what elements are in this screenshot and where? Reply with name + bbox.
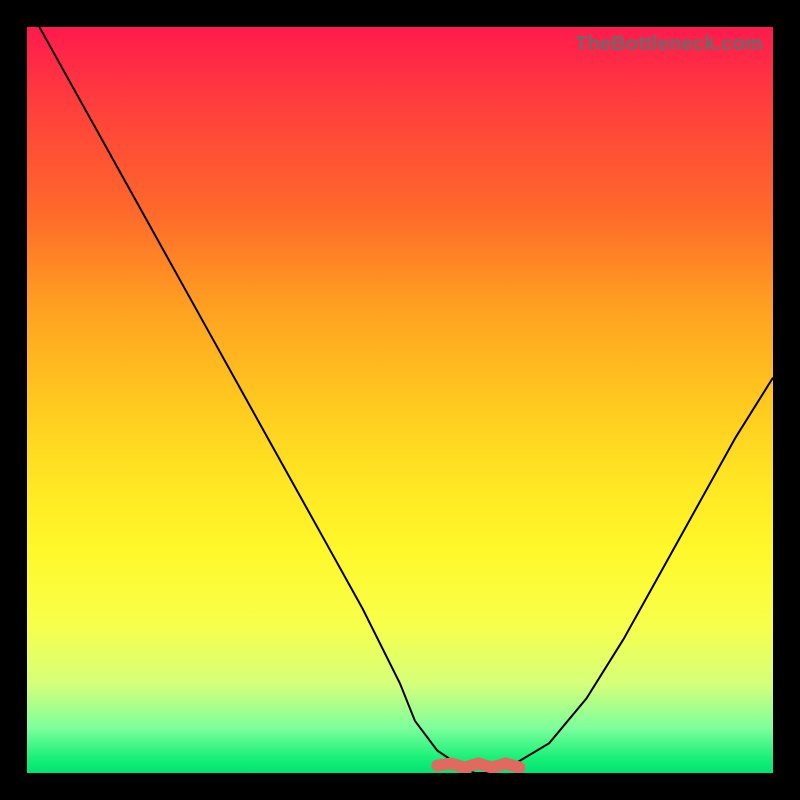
chart-plot-area: TheBottleneck.com xyxy=(27,27,773,773)
chart-svg xyxy=(27,27,773,773)
bottleneck-curve xyxy=(27,27,773,773)
chart-stage: TheBottleneck.com xyxy=(0,0,800,800)
baseline-plateau xyxy=(437,764,519,768)
